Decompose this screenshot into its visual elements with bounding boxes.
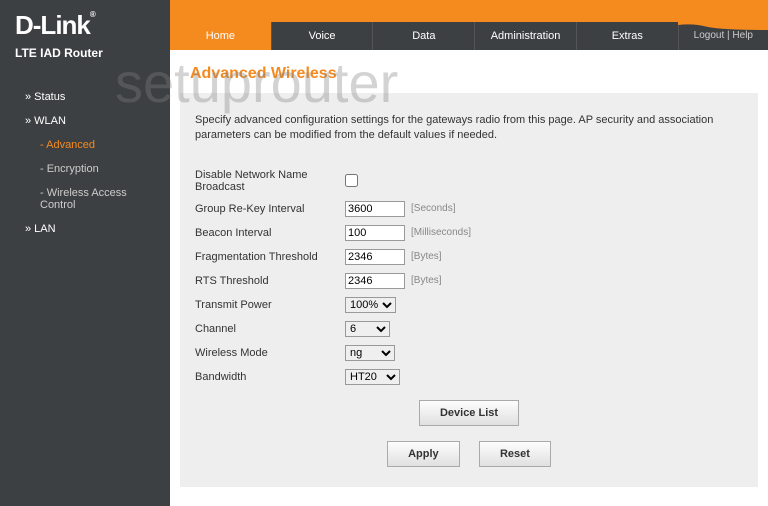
row-mode: Wireless Mode ng bbox=[195, 345, 743, 361]
unit-frag: [Bytes] bbox=[411, 251, 442, 262]
label-bandwidth: Bandwidth bbox=[195, 371, 345, 383]
device-list-button[interactable]: Device List bbox=[419, 400, 519, 426]
app-container: D-Link® LTE IAD Router » Status » WLAN -… bbox=[0, 0, 768, 506]
checkbox-disable-broadcast[interactable] bbox=[345, 174, 358, 187]
header-bar bbox=[170, 0, 768, 22]
tab-data[interactable]: Data bbox=[373, 22, 475, 50]
input-beacon[interactable] bbox=[345, 225, 405, 241]
label-disable-broadcast: Disable Network Name Broadcast bbox=[195, 169, 345, 193]
select-channel[interactable]: 6 bbox=[345, 321, 390, 337]
nav-status[interactable]: » Status bbox=[0, 85, 170, 109]
tab-home[interactable]: Home bbox=[170, 22, 272, 50]
label-frag: Fragmentation Threshold bbox=[195, 251, 345, 263]
device-list-row: Device List bbox=[195, 400, 743, 426]
product-name: LTE IAD Router bbox=[0, 46, 170, 75]
tab-voice[interactable]: Voice bbox=[272, 22, 374, 50]
logout-link[interactable]: Logout bbox=[694, 30, 725, 41]
label-rekey: Group Re-Key Interval bbox=[195, 203, 345, 215]
label-channel: Channel bbox=[195, 323, 345, 335]
label-mode: Wireless Mode bbox=[195, 347, 345, 359]
unit-rekey: [Seconds] bbox=[411, 203, 455, 214]
row-rts: RTS Threshold [Bytes] bbox=[195, 273, 743, 289]
row-rekey: Group Re-Key Interval [Seconds] bbox=[195, 201, 743, 217]
nav-wireless-access-control[interactable]: - Wireless Access Control bbox=[0, 181, 170, 217]
nav-encryption[interactable]: - Encryption bbox=[0, 157, 170, 181]
label-txpower: Transmit Power bbox=[195, 299, 345, 311]
swoosh-icon bbox=[678, 0, 768, 30]
logo-area: D-Link® bbox=[0, 0, 170, 46]
tab-administration[interactable]: Administration bbox=[475, 22, 577, 50]
action-row: Apply Reset bbox=[195, 441, 743, 467]
input-rekey[interactable] bbox=[345, 201, 405, 217]
page-title: Advanced Wireless bbox=[170, 50, 768, 93]
row-bandwidth: Bandwidth HT20 bbox=[195, 369, 743, 385]
select-mode[interactable]: ng bbox=[345, 345, 395, 361]
tab-extras[interactable]: Extras bbox=[577, 22, 679, 50]
select-txpower[interactable]: 100% bbox=[345, 297, 396, 313]
reset-button[interactable]: Reset bbox=[479, 441, 551, 467]
content-area: Advanced Wireless Specify advanced confi… bbox=[170, 50, 768, 506]
input-rts[interactable] bbox=[345, 273, 405, 289]
main-area: Home Voice Data Administration Extras Lo… bbox=[170, 0, 768, 506]
select-bandwidth[interactable]: HT20 bbox=[345, 369, 400, 385]
row-txpower: Transmit Power 100% bbox=[195, 297, 743, 313]
unit-beacon: [Milliseconds] bbox=[411, 227, 471, 238]
unit-rts: [Bytes] bbox=[411, 275, 442, 286]
description-text: Specify advanced configuration settings … bbox=[195, 113, 743, 144]
row-frag: Fragmentation Threshold [Bytes] bbox=[195, 249, 743, 265]
sidebar-nav: » Status » WLAN - Advanced - Encryption … bbox=[0, 75, 170, 251]
nav-advanced[interactable]: - Advanced bbox=[0, 133, 170, 157]
help-link[interactable]: Help bbox=[732, 30, 753, 41]
row-beacon: Beacon Interval [Milliseconds] bbox=[195, 225, 743, 241]
sidebar: D-Link® LTE IAD Router » Status » WLAN -… bbox=[0, 0, 170, 506]
label-rts: RTS Threshold bbox=[195, 275, 345, 287]
input-frag[interactable] bbox=[345, 249, 405, 265]
brand-logo: D-Link® bbox=[15, 10, 95, 40]
row-channel: Channel 6 bbox=[195, 321, 743, 337]
row-disable-broadcast: Disable Network Name Broadcast bbox=[195, 169, 743, 193]
nav-lan[interactable]: » LAN bbox=[0, 217, 170, 241]
nav-wlan[interactable]: » WLAN bbox=[0, 109, 170, 133]
settings-panel: Specify advanced configuration settings … bbox=[180, 93, 758, 487]
label-beacon: Beacon Interval bbox=[195, 227, 345, 239]
apply-button[interactable]: Apply bbox=[387, 441, 460, 467]
